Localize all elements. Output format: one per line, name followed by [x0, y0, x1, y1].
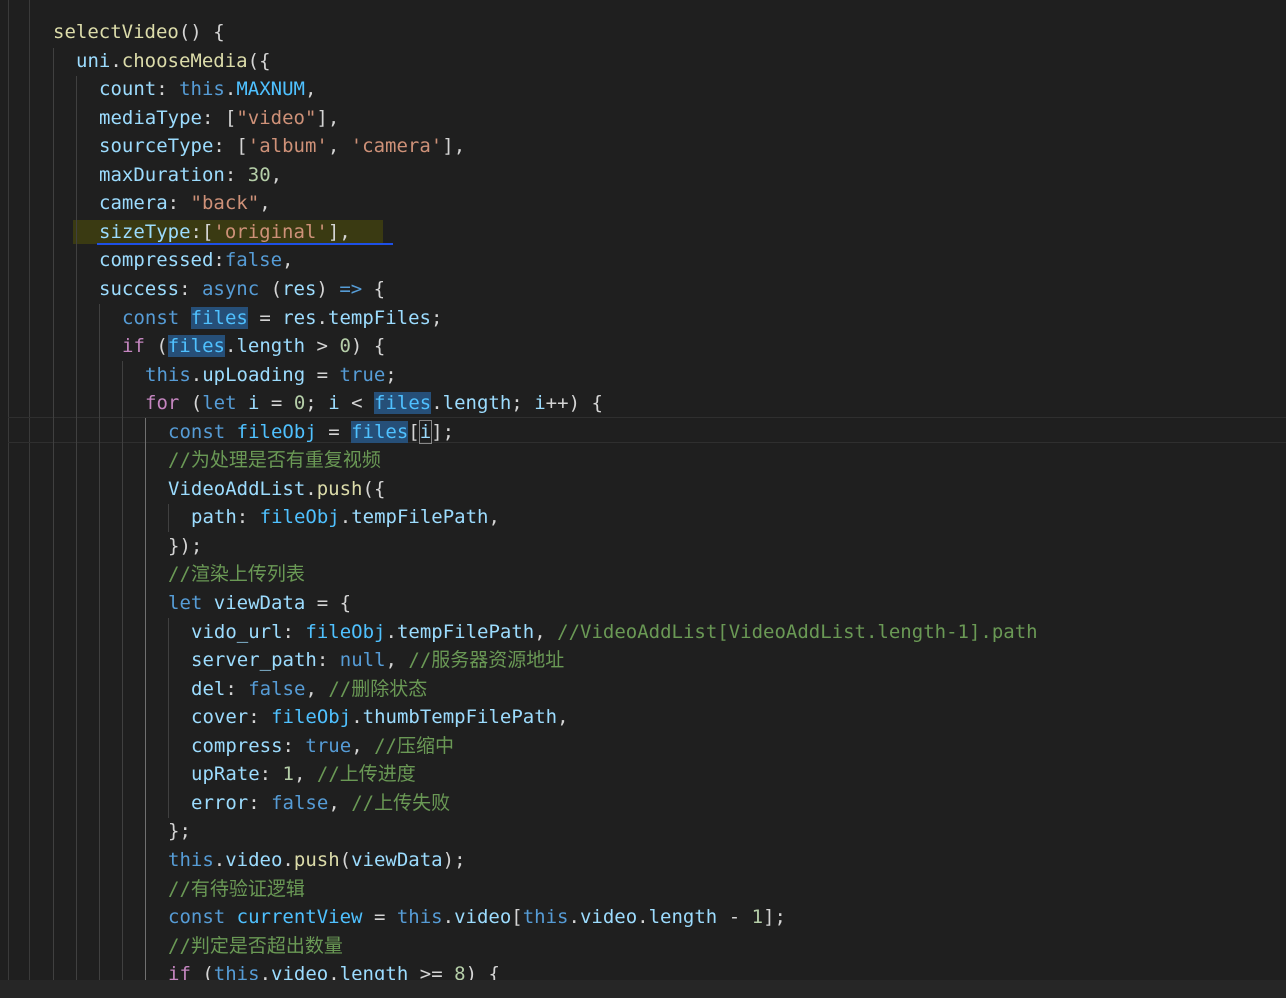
code-line[interactable]: vido_url: fileObj.tempFilePath, //VideoA…: [191, 618, 1038, 646]
code-line[interactable]: };: [168, 817, 191, 845]
code-line[interactable]: server_path: null, //服务器资源地址: [191, 646, 564, 674]
code-line[interactable]: mediaType: ["video"],: [99, 104, 339, 132]
indent-guide: [99, 304, 100, 980]
gutter-divider: [8, 0, 9, 980]
code-line[interactable]: sizeType:['original'],: [99, 218, 351, 246]
code-line[interactable]: VideoAddList.push({: [168, 475, 385, 503]
code-line[interactable]: uni.chooseMedia({: [76, 47, 271, 75]
indent-guide: [122, 361, 123, 980]
code-line[interactable]: //为处理是否有重复视频: [168, 446, 381, 474]
code-line[interactable]: selectVideo() {: [53, 18, 225, 46]
indent-guide-active: [145, 418, 146, 980]
code-line[interactable]: camera: "back",: [99, 189, 271, 217]
code-line[interactable]: path: fileObj.tempFilePath,: [191, 503, 500, 531]
code-line[interactable]: sourceType: ['album', 'camera'],: [99, 132, 465, 160]
indent-guide: [53, 48, 54, 980]
status-strip: [0, 980, 1286, 998]
indent-guide: [168, 504, 169, 532]
code-line[interactable]: success: async (res) => {: [99, 275, 385, 303]
code-line[interactable]: const currentView = this.video[this.vide…: [168, 903, 786, 931]
code-line[interactable]: const files = res.tempFiles;: [122, 304, 442, 332]
code-editor[interactable]: selectVideo() {uni.chooseMedia({count: t…: [0, 0, 1286, 980]
code-line[interactable]: if (files.length > 0) {: [122, 332, 385, 360]
indent-guide: [168, 618, 169, 818]
code-line[interactable]: for (let i = 0; i < files.length; i++) {: [145, 389, 603, 417]
code-line[interactable]: });: [168, 532, 202, 560]
indent-guide: [76, 76, 77, 980]
code-line[interactable]: this.video.push(viewData);: [168, 846, 466, 874]
code-line[interactable]: maxDuration: 30,: [99, 161, 282, 189]
code-line[interactable]: compressed:false,: [99, 246, 294, 274]
code-line[interactable]: const fileObj = files[i];: [168, 418, 454, 446]
code-line[interactable]: compress: true, //压缩中: [191, 732, 454, 760]
code-line[interactable]: cover: fileObj.thumbTempFilePath,: [191, 703, 569, 731]
code-line[interactable]: del: false, //删除状态: [191, 675, 427, 703]
code-line[interactable]: this.upLoading = true;: [145, 361, 397, 389]
code-line[interactable]: let viewData = {: [168, 589, 351, 617]
code-line[interactable]: upRate: 1, //上传进度: [191, 760, 416, 788]
code-line[interactable]: //有待验证逻辑: [168, 875, 305, 903]
code-line[interactable]: //渲染上传列表: [168, 560, 305, 588]
code-line[interactable]: //判定是否超出数量: [168, 932, 343, 960]
indent-rule: [29, 0, 30, 980]
code-line[interactable]: error: false, //上传失败: [191, 789, 450, 817]
code-line[interactable]: if (this.video.length >= 8) {: [168, 960, 500, 980]
code-line[interactable]: count: this.MAXNUM,: [99, 75, 316, 103]
